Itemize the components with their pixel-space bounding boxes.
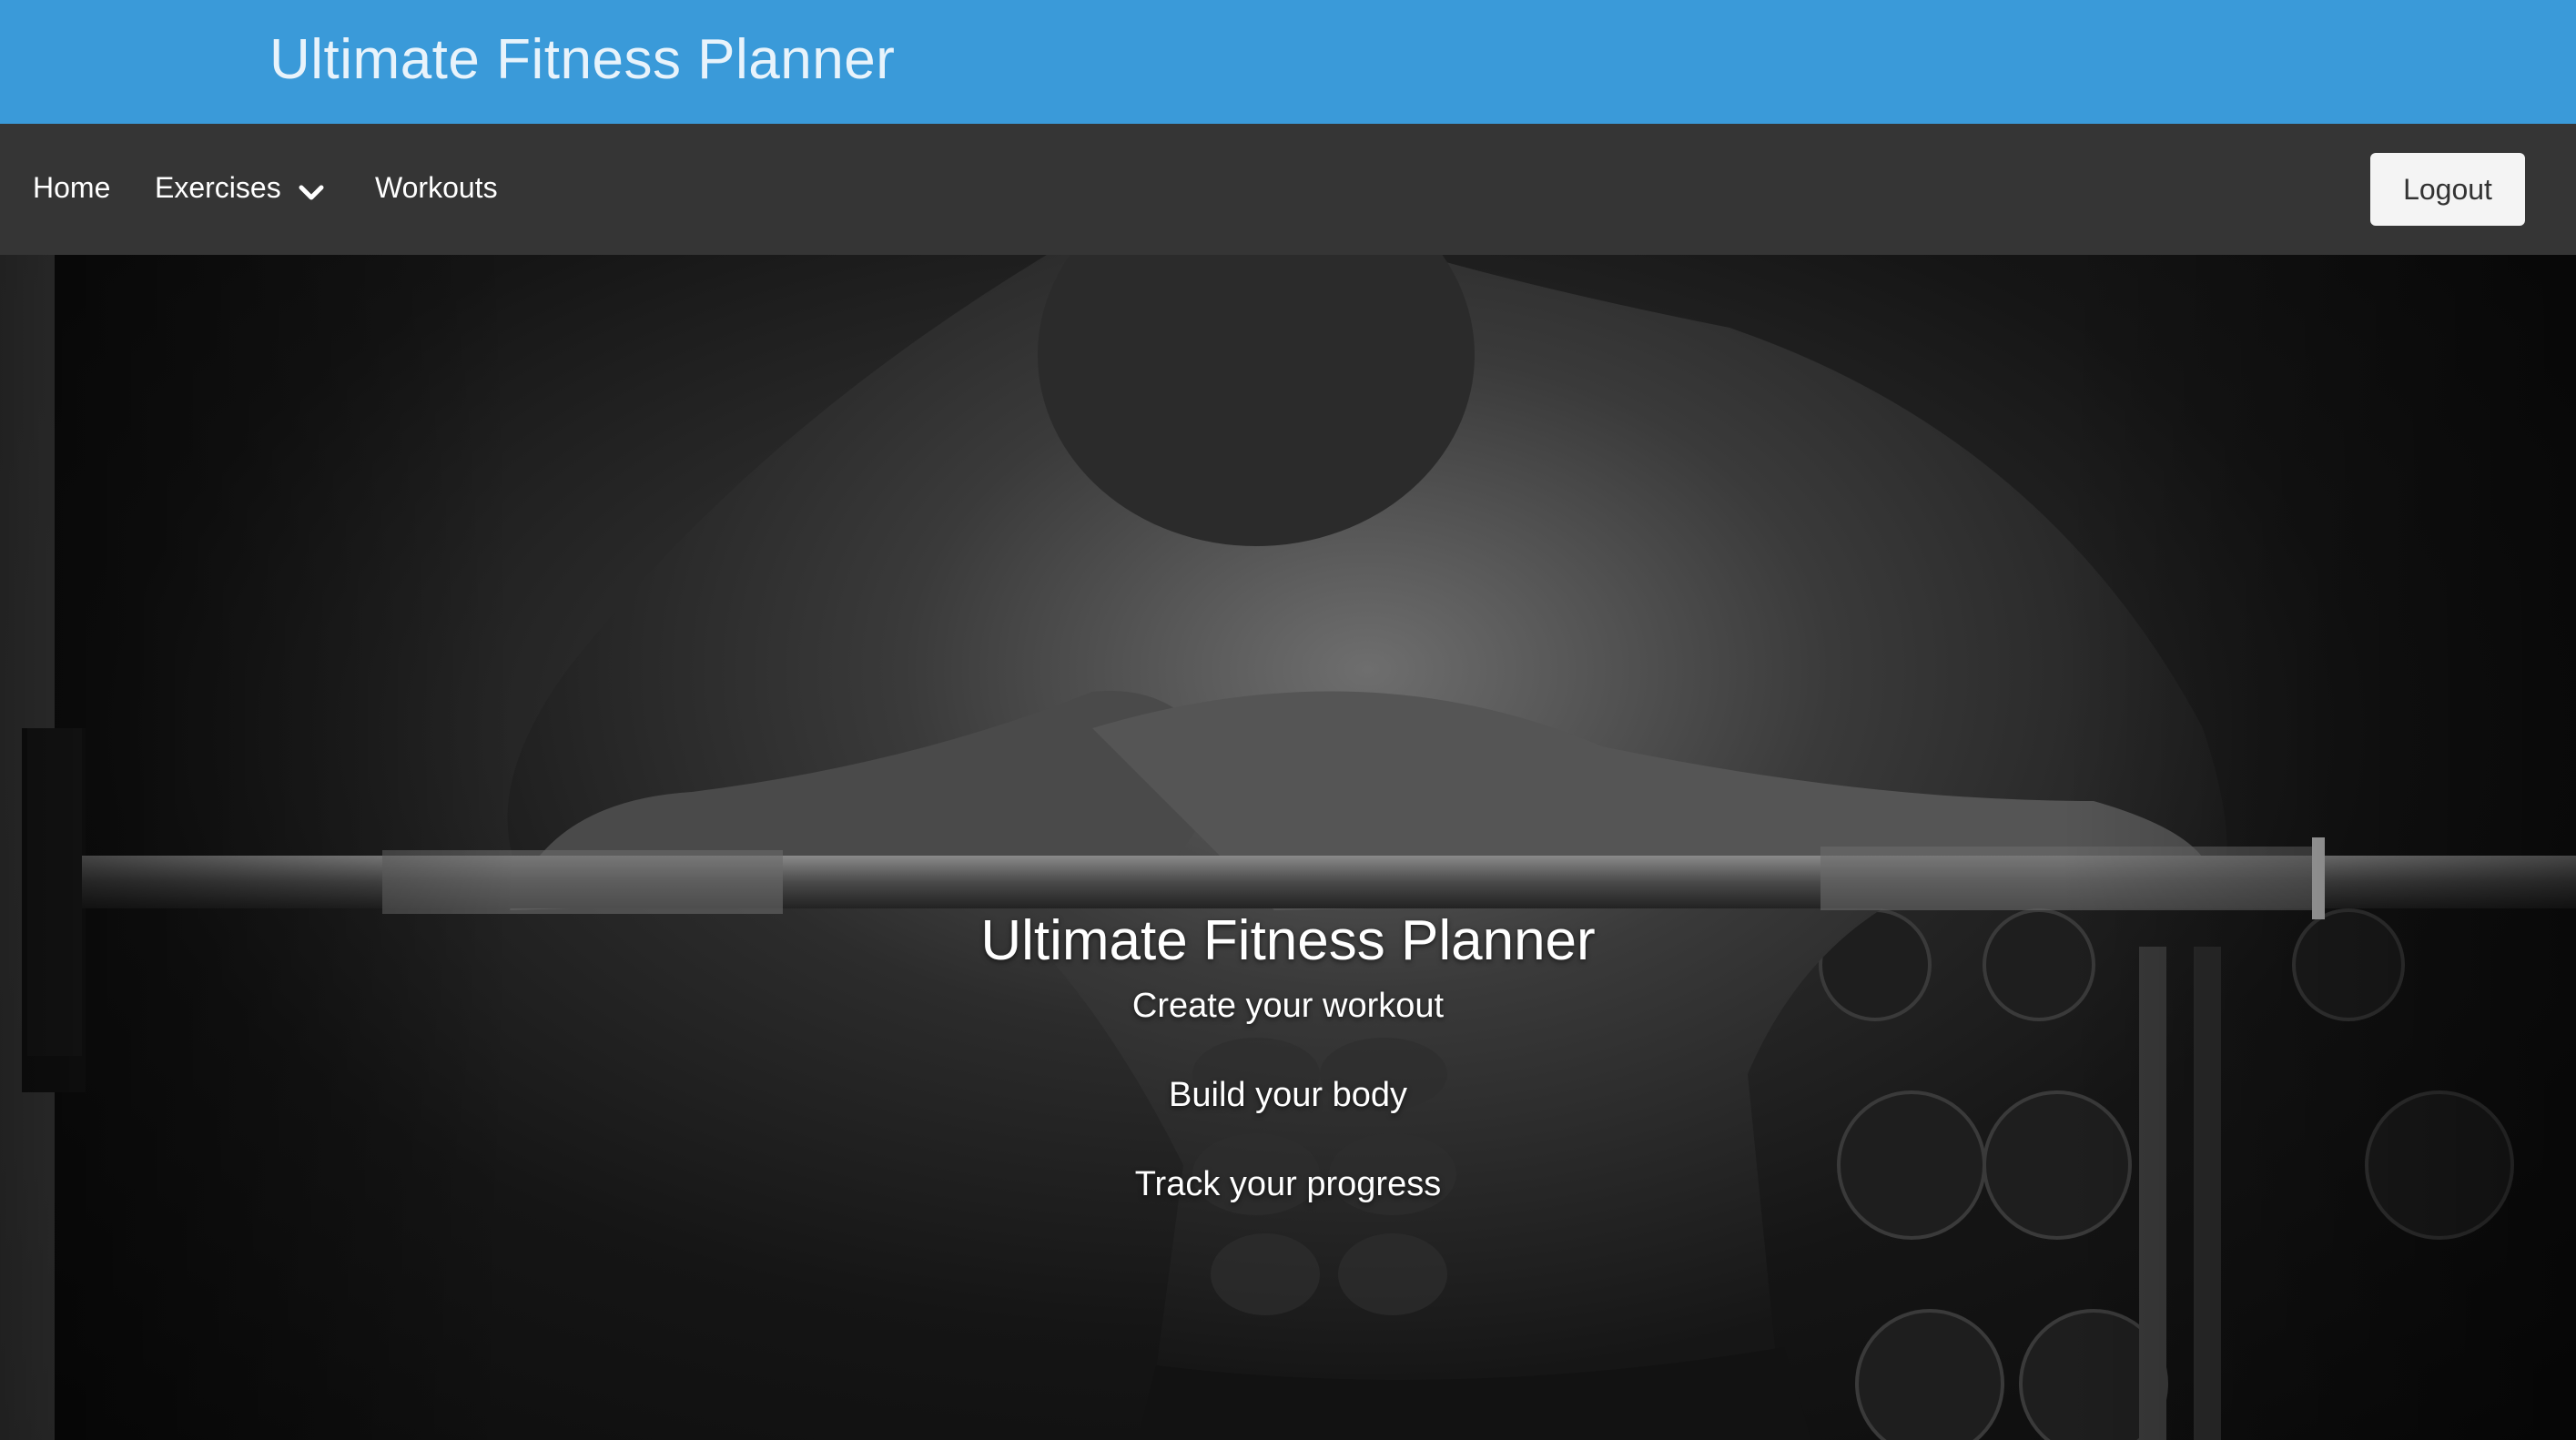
hero-tagline-track: Track your progress bbox=[1134, 1165, 1442, 1203]
hero-title: Ultimate Fitness Planner bbox=[980, 909, 1596, 972]
hero-banner: Ultimate Fitness Planner Create your wor… bbox=[0, 255, 2576, 1440]
nav-item-workouts[interactable]: Workouts bbox=[375, 171, 498, 205]
main-navbar: Home Exercises Workouts Logout bbox=[0, 124, 2576, 255]
top-header: Ultimate Fitness Planner bbox=[0, 0, 2576, 124]
hero-background-image bbox=[0, 255, 2576, 1440]
nav-item-home[interactable]: Home bbox=[33, 171, 110, 205]
nav-item-exercises[interactable]: Exercises bbox=[155, 171, 281, 205]
hero-tagline-build: Build your body bbox=[1169, 1076, 1407, 1114]
logout-button[interactable]: Logout bbox=[2370, 153, 2525, 226]
site-brand[interactable]: Ultimate Fitness Planner bbox=[269, 27, 895, 92]
hero-tagline-create: Create your workout bbox=[1131, 987, 1445, 1025]
chevron-down-icon[interactable] bbox=[295, 177, 328, 209]
